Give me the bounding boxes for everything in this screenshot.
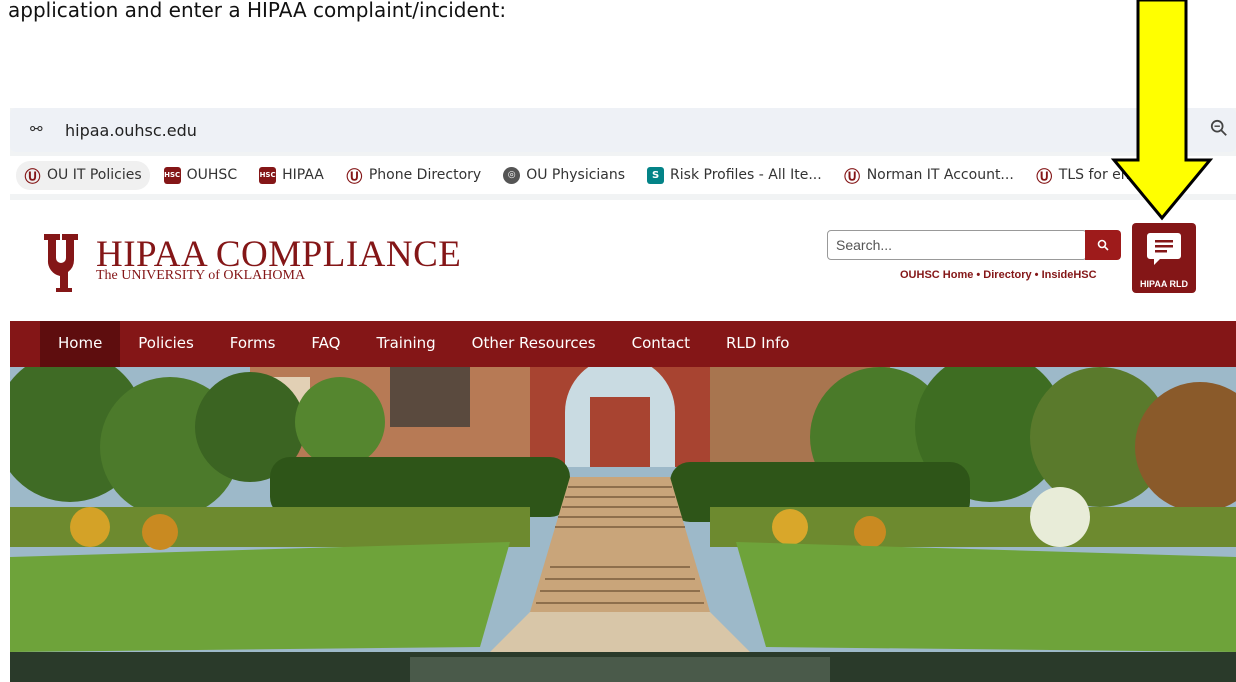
main-nav: Home Policies Forms FAQ Training Other R… bbox=[10, 321, 1236, 367]
hsc-logo-icon: HSC bbox=[163, 166, 181, 184]
hero-campus-image bbox=[10, 367, 1236, 682]
nav-training[interactable]: Training bbox=[358, 321, 453, 367]
hipaa-rld-button[interactable]: HIPAA RLD bbox=[1132, 223, 1196, 293]
site-subtitle: The UNIVERSITY of OKLAHOMA bbox=[96, 268, 306, 283]
nav-other-resources[interactable]: Other Resources bbox=[454, 321, 614, 367]
bookmark-ou-physicians[interactable]: ◎ OU Physicians bbox=[495, 161, 633, 190]
nav-forms[interactable]: Forms bbox=[212, 321, 294, 367]
address-bar[interactable]: ⚯ hipaa.ouhsc.edu bbox=[10, 108, 1236, 152]
ou-logo[interactable] bbox=[40, 230, 86, 292]
nav-home[interactable]: Home bbox=[40, 321, 121, 367]
ou-logo-icon: Ⓤ bbox=[24, 167, 41, 186]
document-instruction-text: application and enter a HIPAA complaint/… bbox=[8, 0, 507, 22]
ou-logo-icon: Ⓤ bbox=[346, 167, 363, 186]
search-button[interactable] bbox=[1085, 230, 1121, 260]
bookmark-label: OUHSC bbox=[186, 167, 238, 183]
bookmark-label: Norman IT Account... bbox=[866, 167, 1014, 183]
nav-faq[interactable]: FAQ bbox=[293, 321, 358, 367]
ou-logo-icon: Ⓤ bbox=[844, 167, 861, 186]
globe-icon: ◎ bbox=[503, 166, 521, 184]
utility-links[interactable]: OUHSC Home • Directory • InsideHSC bbox=[900, 269, 1097, 281]
search-icon bbox=[1097, 239, 1109, 251]
url-text[interactable]: hipaa.ouhsc.edu bbox=[65, 121, 197, 140]
search-input[interactable]: Search... bbox=[827, 230, 1087, 260]
bookmark-phone-directory[interactable]: Ⓤ Phone Directory bbox=[338, 161, 489, 190]
bookmark-norman-it-account[interactable]: Ⓤ Norman IT Account... bbox=[836, 161, 1022, 190]
hsc-logo-icon: HSC bbox=[259, 166, 277, 184]
nav-policies[interactable]: Policies bbox=[120, 321, 211, 367]
bookmark-label: OU IT Policies bbox=[47, 167, 142, 183]
browser-chrome: ⚯ hipaa.ouhsc.edu Ⓤ OU IT Policies HSC O… bbox=[10, 108, 1236, 200]
bookmark-label: Risk Profiles - All Ite... bbox=[670, 167, 822, 183]
rld-label: HIPAA RLD bbox=[1140, 279, 1188, 289]
site-header: HIPAA COMPLIANCE The UNIVERSITY of OKLAH… bbox=[10, 200, 1236, 321]
nav-rld-info[interactable]: RLD Info bbox=[708, 321, 808, 367]
bookmarks-bar: Ⓤ OU IT Policies HSC OUHSC HSC HIPAA Ⓤ P… bbox=[10, 156, 1236, 194]
chat-message-icon bbox=[1147, 233, 1181, 265]
bookmark-label: HIPAA bbox=[282, 167, 324, 183]
nav-contact[interactable]: Contact bbox=[614, 321, 708, 367]
sharepoint-icon: S bbox=[647, 166, 665, 184]
bookmark-label: OU Physicians bbox=[526, 167, 626, 183]
ou-logo-icon: Ⓤ bbox=[1036, 167, 1053, 186]
bookmark-ouhsc[interactable]: HSC OUHSC bbox=[156, 161, 245, 190]
bookmark-hipaa[interactable]: HSC HIPAA bbox=[251, 161, 332, 190]
bookmark-ou-it-policies[interactable]: Ⓤ OU IT Policies bbox=[16, 160, 150, 190]
yellow-arrow-annotation-icon bbox=[1110, 0, 1214, 221]
site-info-icon[interactable]: ⚯ bbox=[30, 120, 43, 138]
bookmark-risk-profiles[interactable]: S Risk Profiles - All Ite... bbox=[639, 161, 830, 190]
bookmark-label: Phone Directory bbox=[368, 167, 482, 183]
